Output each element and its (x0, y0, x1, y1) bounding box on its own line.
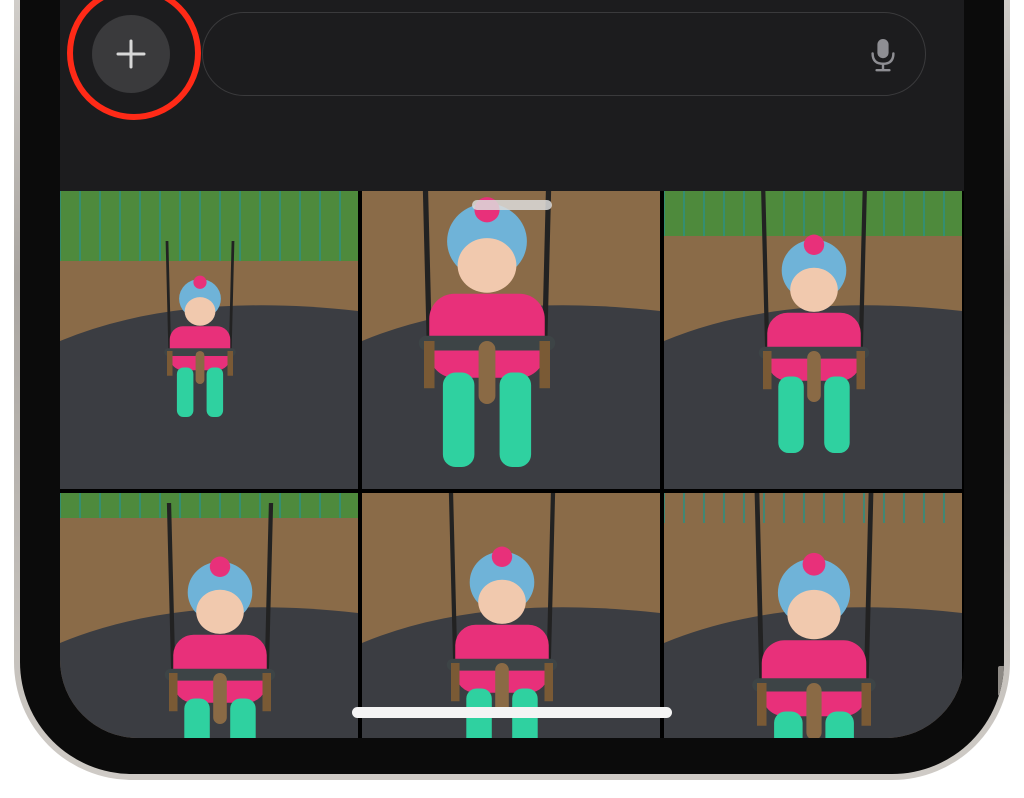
microphone-icon (871, 39, 895, 72)
add-attachment-button[interactable] (92, 15, 170, 93)
message-composer (60, 0, 964, 130)
photo-thumbnail[interactable] (60, 493, 358, 738)
photo-thumbnail[interactable] (664, 493, 962, 738)
photo-image (664, 191, 962, 489)
dictation-button[interactable] (863, 33, 903, 77)
message-input[interactable] (227, 13, 845, 95)
photo-thumbnail[interactable] (362, 493, 660, 738)
message-field[interactable] (202, 12, 926, 96)
photo-image (664, 493, 962, 738)
screen (60, 0, 964, 738)
side-button (998, 666, 1004, 696)
photo-image (362, 191, 660, 489)
photo-thumbnail[interactable] (362, 191, 660, 489)
home-indicator[interactable] (352, 707, 672, 718)
photo-image (60, 493, 358, 738)
sheet-grabber[interactable] (472, 200, 552, 210)
photo-image (362, 493, 660, 738)
photo-thumbnail[interactable] (664, 191, 962, 489)
plus-icon (116, 39, 146, 69)
photo-thumbnail[interactable] (60, 191, 358, 489)
photo-grid (60, 191, 964, 738)
photo-image (60, 191, 358, 489)
